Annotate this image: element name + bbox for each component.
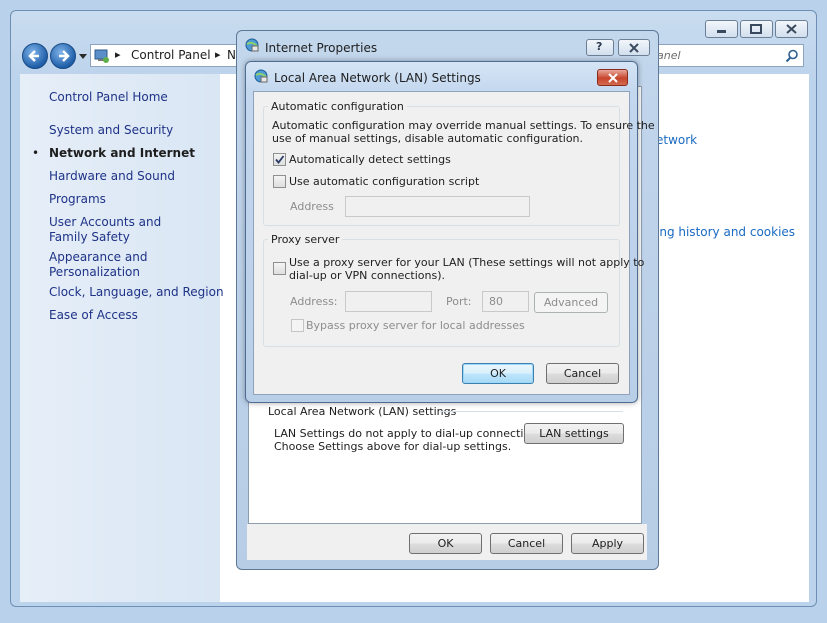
lan-info-line-1: LAN Settings do not apply to dial-up con…: [274, 427, 547, 440]
breadcrumb-separator-icon: ▸: [215, 48, 221, 61]
internet-options-icon: [245, 38, 259, 52]
maximize-icon: [750, 24, 762, 34]
sidebar-item-hardware-sound[interactable]: Hardware and Sound: [49, 169, 175, 183]
bypass-local-checkbox[interactable]: [291, 319, 304, 332]
internet-properties-close-button[interactable]: [618, 39, 650, 56]
browsing-history-link[interactable]: ing history and cookies: [656, 225, 795, 239]
minimize-button[interactable]: [705, 20, 738, 38]
auto-detect-checkbox[interactable]: [273, 153, 286, 166]
auto-config-description-2: use of manual settings, disable automati…: [272, 132, 584, 145]
sidebar-item-ease-of-access[interactable]: Ease of Access: [49, 308, 138, 322]
forward-arrow-icon: [59, 50, 70, 62]
sidebar-item-user-accounts[interactable]: User Accounts and Family Safety: [49, 215, 199, 245]
automatic-configuration-title: Automatic configuration: [268, 100, 407, 113]
help-button[interactable]: ?: [586, 39, 614, 56]
sidebar-item-network-internet[interactable]: Network and Internet: [49, 146, 195, 160]
use-proxy-checkbox[interactable]: [273, 262, 286, 275]
minimize-icon: [717, 30, 726, 33]
use-script-label[interactable]: Use automatic configuration script: [289, 175, 479, 188]
proxy-address-input[interactable]: [345, 291, 432, 312]
active-bullet-icon: •: [32, 146, 40, 160]
use-script-checkbox[interactable]: [273, 175, 286, 188]
address-bar[interactable]: ▸ Control Panel ▸ N: [90, 44, 240, 67]
back-arrow-icon: [28, 50, 39, 62]
use-proxy-label-2[interactable]: dial-up or VPN connections).: [289, 269, 445, 282]
search-placeholder: anel: [657, 49, 681, 62]
lan-dialog-title: Local Area Network (LAN) Settings: [274, 71, 481, 85]
lan-ok-button[interactable]: OK: [462, 363, 534, 384]
breadcrumb-separator-icon: ▸: [115, 48, 121, 61]
close-icon: [629, 43, 639, 53]
help-icon: ?: [596, 40, 603, 53]
section-divider: [440, 411, 623, 412]
internet-properties-apply-button[interactable]: Apply: [571, 533, 644, 554]
sidebar-item-programs[interactable]: Programs: [49, 192, 106, 206]
search-icon[interactable]: [785, 49, 799, 63]
proxy-port-label: Port:: [446, 295, 472, 308]
script-address-input[interactable]: [345, 196, 530, 217]
lan-info-line-2: Choose Settings above for dial-up settin…: [274, 440, 512, 453]
network-link[interactable]: etwork: [656, 133, 697, 147]
script-address-label: Address: [290, 200, 334, 213]
lan-settings-button[interactable]: LAN settings: [524, 423, 624, 444]
sidebar-item-clock-language[interactable]: Clock, Language, and Region: [49, 285, 224, 299]
forward-button[interactable]: [50, 43, 76, 69]
breadcrumb-current[interactable]: N: [227, 48, 236, 62]
use-proxy-label-1[interactable]: Use a proxy server for your LAN (These s…: [289, 256, 644, 269]
auto-config-description-1: Automatic configuration may override man…: [272, 119, 655, 132]
internet-properties-title: Internet Properties: [265, 41, 378, 55]
sidebar-item-appearance[interactable]: Appearance and Personalization: [49, 250, 199, 280]
sidebar-item-system-security[interactable]: System and Security: [49, 123, 173, 137]
checkmark-icon: [275, 155, 285, 164]
close-icon: [608, 73, 618, 83]
close-button[interactable]: [775, 20, 808, 38]
search-box[interactable]: anel: [648, 44, 804, 67]
breadcrumb-control-panel[interactable]: Control Panel: [131, 48, 211, 62]
lan-cancel-button[interactable]: Cancel: [546, 363, 619, 384]
lan-dialog-close-button[interactable]: [597, 69, 628, 86]
sidebar-home-link[interactable]: Control Panel Home: [49, 90, 168, 104]
control-panel-icon: [94, 49, 109, 63]
maximize-button[interactable]: [740, 20, 773, 38]
back-button[interactable]: [22, 43, 48, 69]
close-icon: [786, 24, 797, 34]
internet-properties-cancel-button[interactable]: Cancel: [490, 533, 563, 554]
bypass-local-label[interactable]: Bypass proxy server for local addresses: [306, 319, 525, 332]
lan-settings-section-title: Local Area Network (LAN) settings: [268, 405, 457, 418]
proxy-server-title: Proxy server: [268, 233, 343, 246]
advanced-button[interactable]: Advanced: [534, 292, 608, 313]
internet-options-icon: [254, 69, 268, 83]
proxy-address-label: Address:: [290, 295, 338, 308]
proxy-port-input[interactable]: 80: [482, 291, 529, 312]
auto-detect-label[interactable]: Automatically detect settings: [289, 153, 451, 166]
internet-properties-ok-button[interactable]: OK: [409, 533, 482, 554]
recent-pages-dropdown-icon[interactable]: [78, 53, 88, 61]
